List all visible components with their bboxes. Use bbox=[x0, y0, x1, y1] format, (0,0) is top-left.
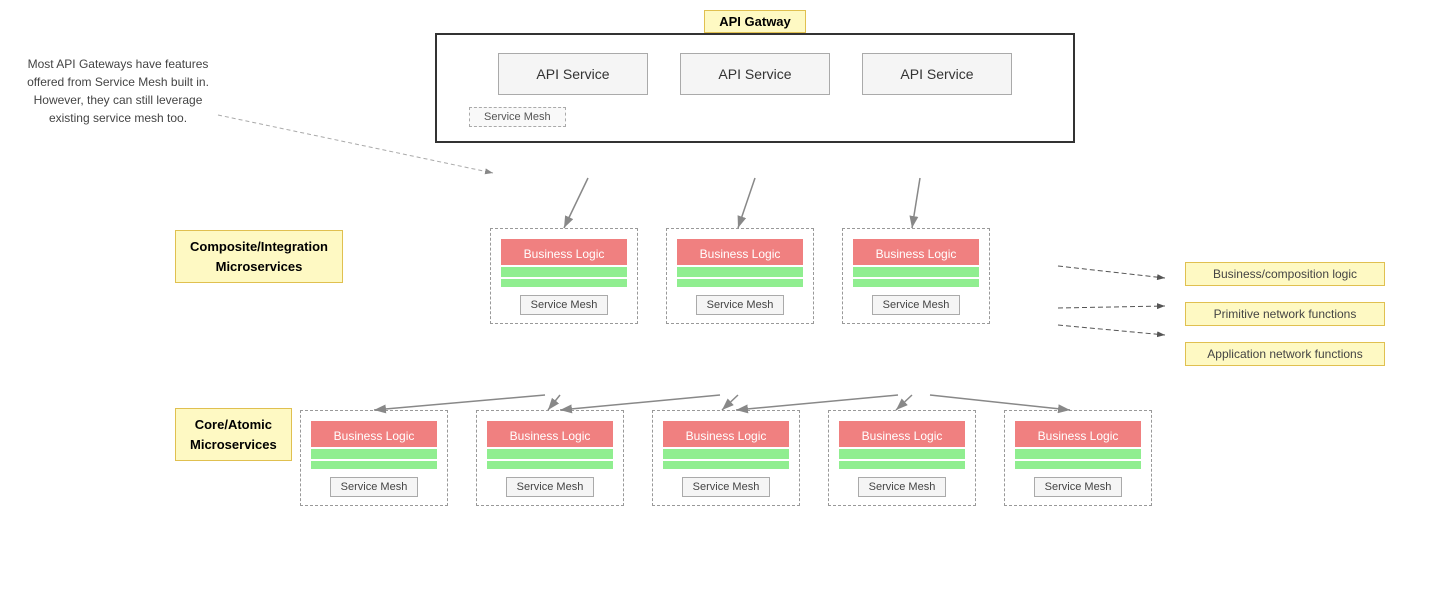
service-mesh-k5: Service Mesh bbox=[1034, 477, 1123, 497]
business-logic-c1: Business Logic bbox=[501, 239, 627, 265]
service-mesh-k4: Service Mesh bbox=[858, 477, 947, 497]
composite-group: Business Logic Service Mesh Business Log… bbox=[490, 228, 990, 324]
c3-to-k3 bbox=[736, 395, 898, 410]
primitive-bar-k2 bbox=[487, 449, 613, 459]
primitive-bar-k3 bbox=[663, 449, 789, 459]
composite-ms-1: Business Logic Service Mesh bbox=[490, 228, 638, 324]
service-mesh-c2: Service Mesh bbox=[696, 295, 785, 315]
app-bar-c1 bbox=[501, 279, 627, 287]
annotation-left: Most API Gateways have features offered … bbox=[18, 55, 218, 127]
app-bar-k3 bbox=[663, 461, 789, 469]
service-mesh-k2: Service Mesh bbox=[506, 477, 595, 497]
right-ann-3: Application network functions bbox=[1185, 342, 1385, 366]
right-annotations: Business/composition logic Primitive net… bbox=[1185, 262, 1385, 366]
diagram-container: Most API Gateways have features offered … bbox=[0, 0, 1440, 599]
composite-ms-3: Business Logic Service Mesh bbox=[842, 228, 990, 324]
gw-to-comp3 bbox=[912, 178, 920, 228]
business-logic-k3: Business Logic bbox=[663, 421, 789, 447]
api-gateway-wrapper: API Gatway API Service API Service API S… bbox=[435, 10, 1075, 143]
business-logic-k4: Business Logic bbox=[839, 421, 965, 447]
api-services-row: API Service API Service API Service bbox=[461, 53, 1049, 95]
core-ms-4: Business Logic Service Mesh bbox=[828, 410, 976, 506]
service-mesh-k3: Service Mesh bbox=[682, 477, 771, 497]
gw-to-comp1 bbox=[564, 178, 588, 228]
composite-ms-2: Business Logic Service Mesh bbox=[666, 228, 814, 324]
core-ms-3: Business Logic Service Mesh bbox=[652, 410, 800, 506]
business-logic-c2: Business Logic bbox=[677, 239, 803, 265]
api-gateway-box: API Service API Service API Service Serv… bbox=[435, 33, 1075, 143]
c2-to-k2 bbox=[560, 395, 720, 410]
app-bar-k1 bbox=[311, 461, 437, 469]
api-gateway-label: API Gatway bbox=[704, 10, 806, 33]
c1-to-k2 bbox=[548, 395, 560, 410]
business-logic-k1: Business Logic bbox=[311, 421, 437, 447]
primitive-bar-c2 bbox=[677, 267, 803, 277]
composite-label: Composite/Integration Microservices bbox=[175, 230, 343, 283]
primitive-bar-k1 bbox=[311, 449, 437, 459]
primitive-bar-k4 bbox=[839, 449, 965, 459]
business-logic-k5: Business Logic bbox=[1015, 421, 1141, 447]
primitive-bar-c1 bbox=[501, 267, 627, 277]
c2-to-k3 bbox=[722, 395, 738, 410]
primitive-bar-k5 bbox=[1015, 449, 1141, 459]
app-bar-k4 bbox=[839, 461, 965, 469]
api-service-box-2: API Service bbox=[680, 53, 830, 95]
app-bar-c2 bbox=[677, 279, 803, 287]
business-logic-k2: Business Logic bbox=[487, 421, 613, 447]
core-ms-5: Business Logic Service Mesh bbox=[1004, 410, 1152, 506]
core-ms-2: Business Logic Service Mesh bbox=[476, 410, 624, 506]
c3-to-k4 bbox=[896, 395, 912, 410]
app-bar-k5 bbox=[1015, 461, 1141, 469]
gw-to-comp2 bbox=[738, 178, 755, 228]
ann-app-net bbox=[1058, 325, 1165, 335]
api-service-mesh: Service Mesh bbox=[469, 107, 566, 127]
service-mesh-c1: Service Mesh bbox=[520, 295, 609, 315]
core-label: Core/Atomic Microservices bbox=[175, 408, 292, 461]
app-bar-k2 bbox=[487, 461, 613, 469]
right-ann-2: Primitive network functions bbox=[1185, 302, 1385, 326]
c1-to-k1 bbox=[374, 395, 545, 410]
ann-bus-logic bbox=[1058, 266, 1165, 278]
ann-primitive bbox=[1058, 306, 1165, 308]
app-bar-c3 bbox=[853, 279, 979, 287]
api-service-box-3: API Service bbox=[862, 53, 1012, 95]
annotation-text: Most API Gateways have features offered … bbox=[27, 57, 209, 125]
api-service-box-1: API Service bbox=[498, 53, 648, 95]
core-ms-1: Business Logic Service Mesh bbox=[300, 410, 448, 506]
service-mesh-k1: Service Mesh bbox=[330, 477, 419, 497]
right-ann-1: Business/composition logic bbox=[1185, 262, 1385, 286]
service-mesh-c3: Service Mesh bbox=[872, 295, 961, 315]
primitive-bar-c3 bbox=[853, 267, 979, 277]
core-group: Business Logic Service Mesh Business Log… bbox=[300, 410, 1152, 506]
c3-to-k5 bbox=[930, 395, 1070, 410]
business-logic-c3: Business Logic bbox=[853, 239, 979, 265]
